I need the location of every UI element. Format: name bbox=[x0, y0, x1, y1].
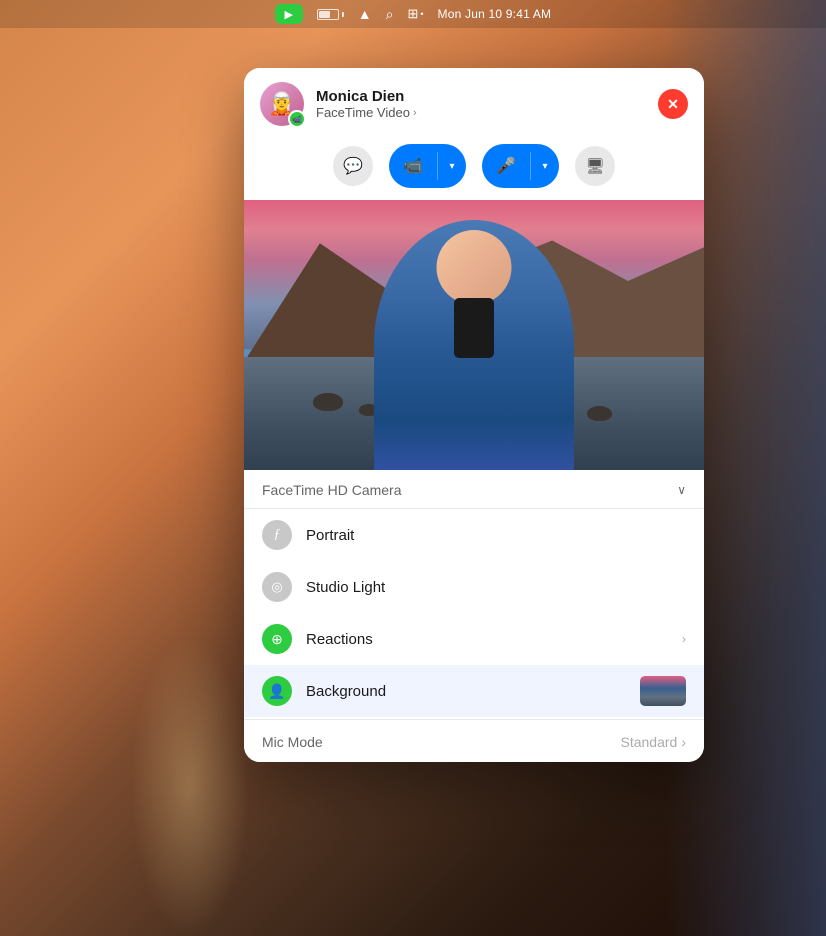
battery-body bbox=[317, 9, 339, 20]
battery-tip bbox=[342, 12, 344, 17]
control-center-icon[interactable]: ⊞ • bbox=[407, 6, 423, 22]
portrait-icon: ƒ bbox=[262, 520, 292, 550]
rock-3 bbox=[587, 406, 612, 421]
close-icon: ✕ bbox=[667, 96, 679, 113]
mic-dropdown-button[interactable]: ▾ bbox=[531, 144, 559, 188]
portrait-label: Portrait bbox=[306, 527, 686, 544]
wifi-icon[interactable]: ▲ bbox=[358, 6, 372, 22]
background-label: Background bbox=[306, 683, 626, 700]
menubar-datetime: Mon Jun 10 9:41 AM bbox=[438, 7, 552, 21]
contact-name: Monica Dien bbox=[316, 88, 646, 105]
call-type-label: FaceTime Video bbox=[316, 105, 410, 120]
studio-light-icon: ◎ bbox=[262, 572, 292, 602]
video-dropdown-button[interactable]: ▾ bbox=[438, 144, 466, 188]
header-info: Monica Dien FaceTime Video › bbox=[316, 88, 646, 120]
avatar-container: 🧝 📹 bbox=[260, 82, 304, 126]
mic-mode-row[interactable]: Mic Mode Standard › bbox=[244, 722, 704, 762]
person-face bbox=[437, 230, 512, 305]
mic-icon: 🎤 bbox=[496, 156, 516, 176]
panel-header: 🧝 📹 Monica Dien FaceTime Video › ✕ bbox=[244, 68, 704, 136]
menubar: ▶ ▲ ⌕ ⊞ • Mon Jun 10 9:41 AM bbox=[0, 0, 826, 28]
mic-mode-arrow-icon: › bbox=[681, 734, 686, 750]
studio-light-menu-item[interactable]: ◎ Studio Light bbox=[244, 561, 704, 613]
camera-header[interactable]: FaceTime HD Camera ∨ bbox=[244, 470, 704, 509]
lamp-decoration bbox=[130, 636, 250, 936]
person-body bbox=[374, 220, 574, 470]
call-type-chevron: › bbox=[413, 107, 417, 119]
portrait-menu-item[interactable]: ƒ Portrait bbox=[244, 509, 704, 561]
mic-button-group: 🎤 ▾ bbox=[482, 144, 559, 188]
screen-share-button[interactable]: 🖥 bbox=[575, 146, 615, 186]
facetime-menubar-icon[interactable]: ▶ bbox=[275, 4, 303, 24]
spotlight-icon[interactable]: ⌕ bbox=[386, 6, 394, 23]
background-menu-item[interactable]: 👤 Background bbox=[244, 665, 704, 717]
chat-button[interactable]: 💬 bbox=[333, 146, 373, 186]
controls-bar: 💬 📹 ▾ 🎤 ▾ 🖥 bbox=[244, 136, 704, 200]
person-scarf bbox=[454, 298, 494, 358]
background-icon: 👤 bbox=[262, 676, 292, 706]
menubar-items: ▶ ▲ ⌕ ⊞ • Mon Jun 10 9:41 AM bbox=[275, 4, 551, 24]
reactions-arrow-icon: › bbox=[682, 632, 686, 646]
battery-fill bbox=[319, 11, 330, 18]
close-button[interactable]: ✕ bbox=[658, 89, 688, 119]
video-icon: 📹 bbox=[403, 156, 423, 176]
call-type[interactable]: FaceTime Video › bbox=[316, 105, 646, 120]
dropdown-menu: FaceTime HD Camera ∨ ƒ Portrait ◎ Studio… bbox=[244, 470, 704, 762]
avatar-badge: 📹 bbox=[288, 110, 306, 128]
studio-light-label: Studio Light bbox=[306, 579, 686, 596]
thumbnail-preview bbox=[640, 676, 686, 706]
mic-mode-value: Standard › bbox=[621, 734, 687, 750]
video-dropdown-arrow: ▾ bbox=[449, 161, 454, 172]
camera-chevron-icon: ∨ bbox=[677, 483, 686, 497]
background-thumbnail bbox=[640, 676, 686, 706]
video-button-group: 📹 ▾ bbox=[389, 144, 466, 188]
mic-button[interactable]: 🎤 bbox=[482, 144, 530, 188]
mic-mode-value-text: Standard bbox=[621, 734, 678, 750]
reactions-label: Reactions bbox=[306, 631, 668, 648]
chat-icon: 💬 bbox=[343, 156, 363, 176]
reactions-icon: ⊕ bbox=[262, 624, 292, 654]
mic-mode-label: Mic Mode bbox=[262, 734, 323, 750]
camera-label: FaceTime HD Camera bbox=[262, 482, 402, 498]
menu-divider bbox=[244, 719, 704, 720]
video-button[interactable]: 📹 bbox=[389, 144, 437, 188]
facetime-icon-symbol: ▶ bbox=[285, 8, 293, 21]
rock-1 bbox=[313, 393, 343, 411]
reactions-menu-item[interactable]: ⊕ Reactions › bbox=[244, 613, 704, 665]
screen-share-icon: 🖥 bbox=[585, 157, 604, 175]
battery-indicator bbox=[317, 9, 344, 20]
mic-dropdown-arrow: ▾ bbox=[542, 161, 547, 172]
facetime-panel: 🧝 📹 Monica Dien FaceTime Video › ✕ 💬 📹 bbox=[244, 68, 704, 762]
video-area bbox=[244, 200, 704, 470]
